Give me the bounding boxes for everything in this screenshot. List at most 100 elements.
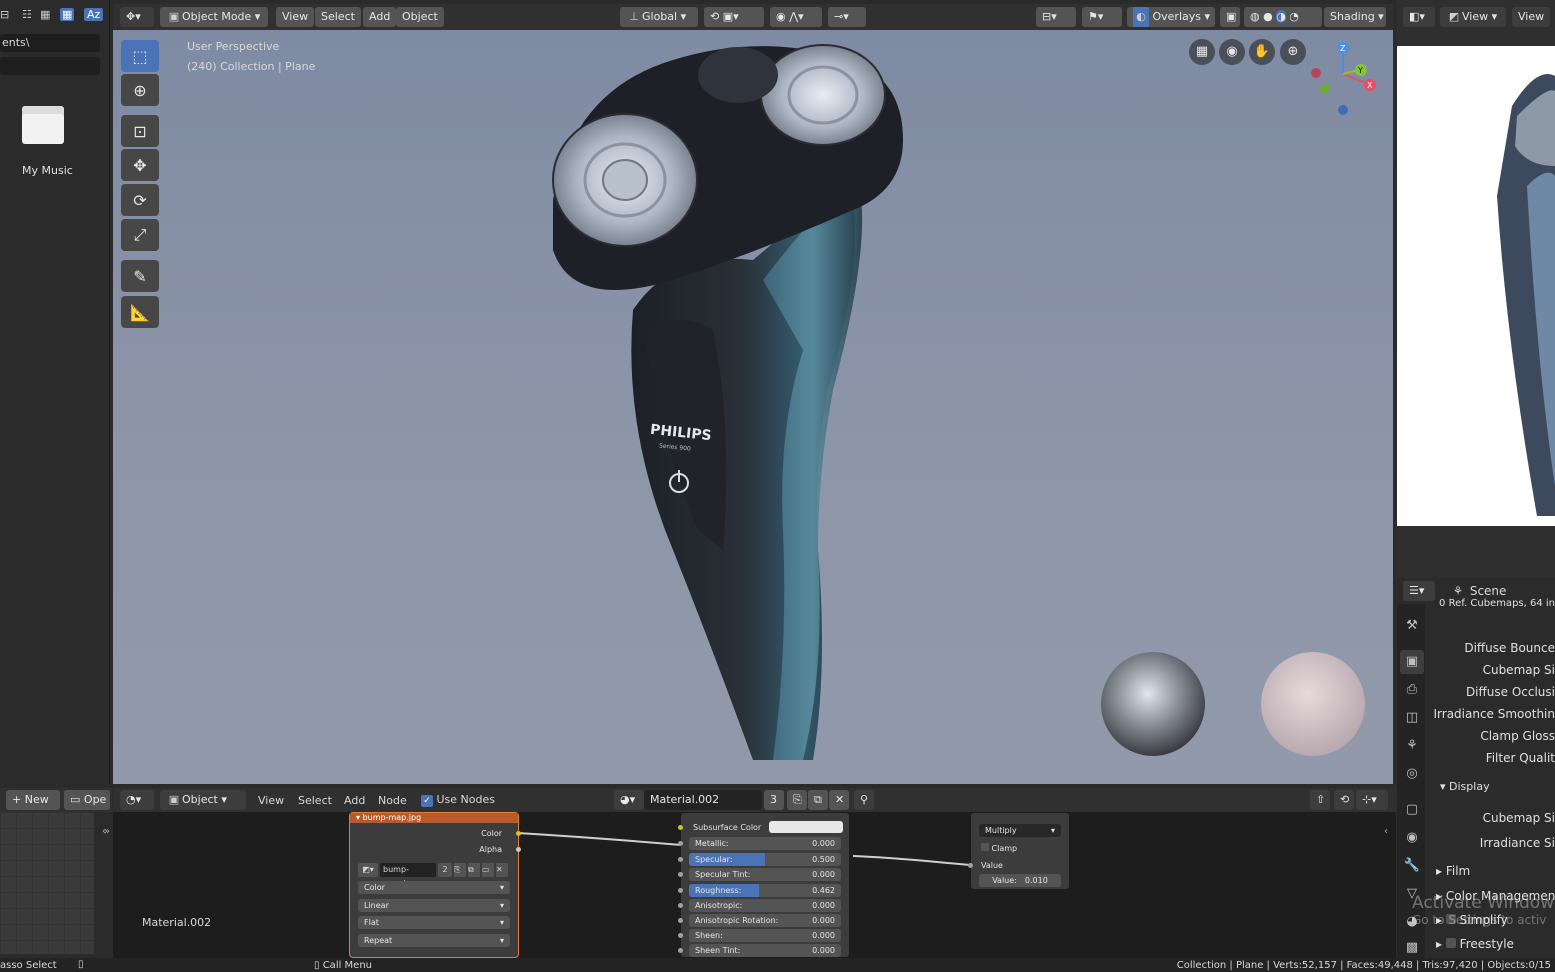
object-tab-icon[interactable]: ▢ [1400,798,1424,822]
new-image-button[interactable]: + New [6,790,60,810]
object-mode-dropdown[interactable]: ▣ Object Mode ▾ [160,7,268,27]
xray-toggle[interactable]: ▣ [1220,7,1240,27]
select-box-tool[interactable]: ⬚ [121,40,159,72]
fake-user-icon[interactable]: ⎘ [787,790,807,810]
node-menu-view[interactable]: View [258,794,284,807]
math-value-field[interactable]: Value: 0.010 [979,874,1061,887]
bsdf-input-socket[interactable] [678,948,683,953]
subsurface-color-swatch[interactable] [769,821,843,833]
bsdf-slider-sheen[interactable]: Sheen: 0.000 [689,929,841,942]
menu-object[interactable]: Object [396,7,444,27]
filter-field[interactable] [0,57,100,75]
image-file-field[interactable]: bump-map.j.. [380,863,436,888]
prop-cubemap-size[interactable]: Cubemap Si [1483,663,1555,677]
prop-diffuse-occlusion[interactable]: Diffuse Occlusi [1466,685,1555,699]
use-nodes-checkbox[interactable]: ✓ [421,795,433,807]
bsdf-slider-roughness[interactable]: Roughness: 0.462 [689,884,841,897]
node-menu-add[interactable]: Add [344,794,365,807]
zoom-icon[interactable]: ⊕ [1280,39,1306,65]
folder-item[interactable]: My Music [10,100,80,180]
menu-add[interactable]: Add [363,7,397,27]
prop-irradiance-smoothing[interactable]: Irradiance Smoothin [1434,707,1555,721]
projection-dropdown[interactable]: Flat ▾ [358,916,510,929]
freestyle-panel-header[interactable]: ▸ Freestyle [1436,937,1514,951]
rotate-tool[interactable]: ⟳ [121,184,159,216]
editor-type-button[interactable]: ✥▾ [120,7,154,27]
bsdf-slider-anisotropic[interactable]: Anisotropic: 0.000 [689,899,841,912]
principled-bsdf-node[interactable]: Subsurface Color Metallic: 0.000 Specular:… [678,812,850,958]
bsdf-slider-specular[interactable]: Specular: 0.500 [689,853,841,866]
math-multiply-node[interactable]: Multiply ▾ Clamp Value Value: 0.010 [968,812,1070,890]
output-color-socket[interactable] [516,831,521,836]
bsdf-slider-anisotropic-rotation[interactable]: Anisotropic Rotation: 0.000 [689,914,841,927]
shading-dropdown[interactable]: Shading ▾ [1324,7,1386,27]
node-toolbar-toggle[interactable]: › [104,826,108,837]
snap-element-dropdown[interactable]: ⊹▾ [1356,790,1388,810]
bsdf-input-socket[interactable] [678,933,683,938]
image-open-icon[interactable]: ▭ [482,863,494,877]
clamp-toggle[interactable]: Clamp [981,843,1017,853]
scene-tab-icon[interactable]: ⚘ [1400,734,1424,758]
tool-tab-icon[interactable]: ⚒ [1400,614,1424,638]
material-browse-button[interactable]: ◕▾ [614,790,644,810]
material-name-field[interactable]: Material.002 [644,790,762,810]
image-editor-canvas[interactable] [0,812,94,954]
pin-icon[interactable]: ⚲ [854,790,874,810]
prop-filter-quality[interactable]: Filter Qualit [1486,751,1555,765]
subsurface-color-socket[interactable] [678,825,683,830]
sort-alpha-icon[interactable]: Az [84,8,104,21]
visibility-dropdown[interactable]: ⊟▾ [1036,7,1076,27]
prop-display-cubemap-size[interactable]: Cubemap Si [1483,811,1555,825]
bsdf-input-socket[interactable] [678,918,683,923]
snap-node-icon[interactable]: ⟲ [1334,790,1354,810]
preview-view-menu[interactable]: View [1512,7,1551,27]
node-menu-node[interactable]: Node [378,794,407,807]
node-menu-select[interactable]: Select [298,794,332,807]
bsdf-input-socket[interactable] [678,841,683,846]
move-tool[interactable]: ✥ [121,149,159,181]
freestyle-checkbox[interactable] [1445,938,1456,948]
annotate-tool[interactable]: ✎ [121,260,159,292]
image-browse-icon[interactable]: ◩▾ [358,863,378,877]
view-layer-tab-icon[interactable]: ◫ [1400,706,1424,730]
proportional-dropdown[interactable]: ⊸▾ [828,7,866,27]
extension-dropdown[interactable]: Repeat ▾ [358,934,510,947]
camera-view-icon[interactable]: ◉ [1219,39,1245,65]
prop-display-irradiance-size[interactable]: Irradiance Si [1480,836,1555,850]
bsdf-input-socket[interactable] [678,857,683,862]
prop-diffuse-bounce[interactable]: Diffuse Bounce [1464,641,1555,655]
snap-dropdown[interactable]: ◉ ⋀▾ [770,7,822,27]
measure-tool[interactable]: 📐 [121,296,159,328]
menu-select[interactable]: Select [315,7,361,27]
scale-tool[interactable]: ⤢ [121,219,159,251]
open-image-button[interactable]: ▭ Ope [64,790,110,810]
output-alpha-socket[interactable] [516,847,521,852]
path-field[interactable]: ents\ [0,34,100,52]
image-fake-user-icon[interactable]: ⎘ [454,863,466,877]
duplicate-material-icon[interactable]: ⧉ [808,790,828,810]
preview-view-dropdown[interactable]: ◩ View ▾ [1440,7,1506,27]
shading-modes[interactable]: ◍ ● ◑ ◔ [1244,7,1322,27]
film-panel-header[interactable]: ▸ Film [1436,864,1470,878]
modifier-tab-icon[interactable]: 🔧 [1400,854,1424,878]
bsdf-slider-specular-tint[interactable]: Specular Tint: 0.000 [689,868,841,881]
bsdf-slider-sheen-tint[interactable]: Sheen Tint: 0.000 [689,944,841,957]
menu-view[interactable]: View [276,7,315,27]
material-users-count[interactable]: 3 [764,790,784,810]
cursor-tool[interactable]: ⊕ [121,74,159,106]
image-texture-node[interactable]: ▾ bump-map.jpg Color Alpha ◩▾ bump-map.j… [349,812,521,958]
node-editor-type[interactable]: ◔▾ [120,790,154,810]
texture-tab-icon[interactable]: ▩ [1400,936,1424,960]
bsdf-slider-metallic[interactable]: Metallic: 0.000 [689,837,841,850]
shader-type-dropdown[interactable]: ▣ Object ▾ [160,790,246,810]
bsdf-input-socket[interactable] [678,872,683,877]
viewport-3d[interactable]: PHILIPS Series 900 [113,30,1393,784]
unlink-material-icon[interactable]: ✕ [829,790,849,810]
grid-view-icon[interactable]: ▦ [60,8,75,21]
preview-editor-type[interactable]: ◧▾ [1403,7,1435,27]
render-tab-icon[interactable]: ▣ [1400,650,1424,674]
image-duplicate-icon[interactable]: ⧉ [468,863,480,877]
gizmo-dropdown[interactable]: ⚑▾ [1082,7,1122,27]
color-space-dropdown[interactable]: Color ▾ [358,881,510,894]
image-node-header[interactable]: ▾ bump-map.jpg [350,813,518,823]
